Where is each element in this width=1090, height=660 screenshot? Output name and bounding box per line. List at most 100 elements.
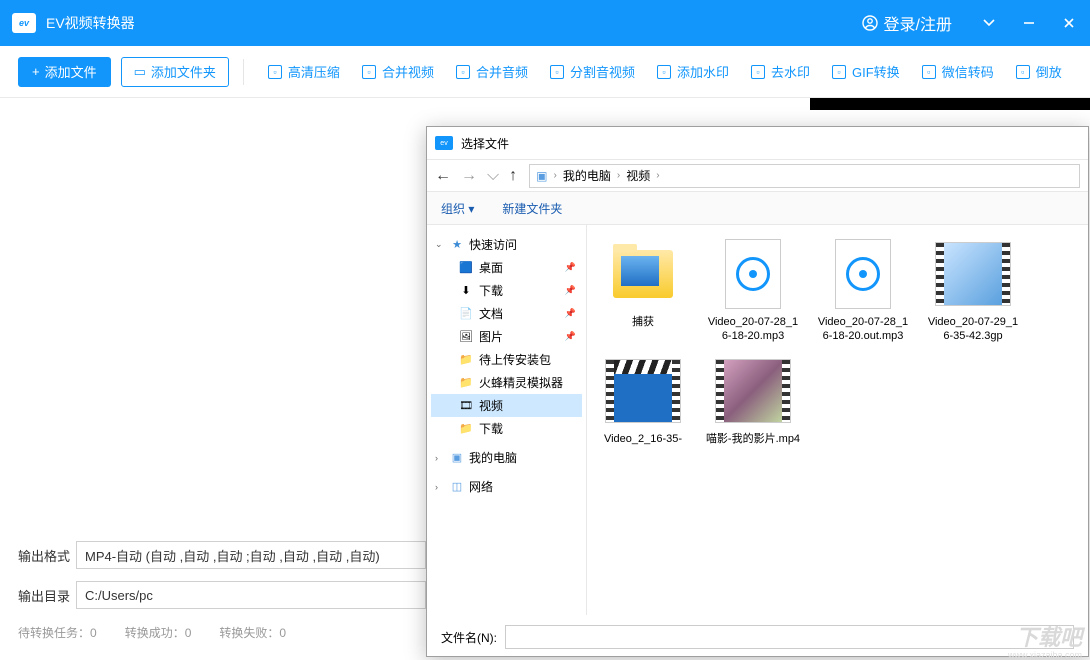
file-item[interactable]: Video_20-07-29_16-35-42.3gp bbox=[925, 237, 1021, 344]
tree-item[interactable]: 🖼 图片 📌 bbox=[431, 325, 582, 348]
folder-icon: 📄 bbox=[459, 308, 473, 320]
app-title: EV视频转换器 bbox=[46, 13, 854, 33]
pin-icon: 📌 bbox=[565, 331, 576, 342]
file-item[interactable]: Video_2_16-35- bbox=[595, 354, 691, 446]
tree-network-label: 网络 bbox=[469, 478, 493, 495]
tool-item-8[interactable]: ▫倒放 bbox=[1006, 57, 1072, 87]
file-grid: 捕获 Video_20-07-28_16-18-20.mp3 Video_20-07… bbox=[587, 225, 1088, 615]
tool-item-5[interactable]: ▫去水印 bbox=[741, 57, 820, 87]
tool-item-2[interactable]: ▫合并音频 bbox=[446, 57, 538, 87]
filename-input[interactable] bbox=[505, 625, 1074, 649]
dialog-footer: 文件名(N): bbox=[427, 615, 1088, 659]
tree-my-pc[interactable]: › ▣ 我的电脑 bbox=[431, 446, 582, 469]
tool-items: ▫高清压缩▫合并视频▫合并音频▫分割音视频▫添加水印▫去水印▫GIF转换▫微信转… bbox=[258, 57, 1072, 87]
tree-item[interactable]: 🟦桌面📌 bbox=[431, 256, 582, 279]
crumb-pc[interactable]: 我的电脑 bbox=[563, 167, 611, 184]
login-button[interactable]: 登录/注册 bbox=[854, 7, 960, 39]
tool-item-1[interactable]: ▫合并视频 bbox=[352, 57, 444, 87]
add-file-button[interactable]: + 添加文件 bbox=[18, 57, 111, 87]
main-toolbar: + 添加文件 ▭ 添加文件夹 ▫高清压缩▫合并视频▫合并音频▫分割音视频▫添加水… bbox=[0, 46, 1090, 98]
folder-icon: 🟦 bbox=[459, 262, 473, 274]
tree-item-label: 图片 bbox=[479, 328, 503, 345]
file-label: Video_20-07-28_16-18-20.out.mp3 bbox=[815, 315, 911, 344]
organize-button[interactable]: 组织 ▾ bbox=[441, 200, 474, 217]
close-button[interactable] bbox=[1060, 14, 1078, 32]
file-label: 捕获 bbox=[595, 315, 691, 329]
new-folder-button[interactable]: 新建文件夹 bbox=[502, 200, 562, 217]
folder-icon: 📁 bbox=[459, 423, 473, 435]
file-item[interactable]: Video_20-07-28_16-18-20.mp3 bbox=[705, 237, 801, 344]
breadcrumb[interactable]: ▣ › 我的电脑 › 视频 › bbox=[529, 164, 1080, 188]
tree-item-label: 文档 bbox=[479, 305, 503, 322]
expand-icon: ⌄ bbox=[435, 239, 445, 250]
dialog-nav: ← → ⌵ ↑ ▣ › 我的电脑 › 视频 › bbox=[427, 159, 1088, 191]
chevron-right-icon: › bbox=[617, 170, 620, 181]
tree-item[interactable]: 🎞 视频 bbox=[431, 394, 582, 417]
folder-icon: 🖼 bbox=[459, 331, 473, 343]
add-folder-button[interactable]: ▭ 添加文件夹 bbox=[121, 57, 229, 87]
video-icon bbox=[605, 359, 681, 423]
audio-icon bbox=[835, 239, 891, 309]
output-format-input[interactable] bbox=[76, 541, 426, 569]
pin-icon: 📌 bbox=[565, 308, 576, 319]
folder-icon: 📁 bbox=[459, 354, 473, 366]
tree-item-label: 视频 bbox=[479, 397, 503, 414]
forward-button[interactable]: → bbox=[461, 167, 477, 185]
tree-item-label: 下载 bbox=[479, 282, 503, 299]
crumb-video[interactable]: 视频 bbox=[626, 167, 650, 184]
back-button[interactable]: ← bbox=[435, 167, 451, 185]
tree-item-label: 桌面 bbox=[479, 259, 503, 276]
pin-icon: 📌 bbox=[565, 285, 576, 296]
dropdown-button[interactable] bbox=[980, 14, 998, 32]
folder-icon: 🎞 bbox=[459, 400, 473, 412]
folder-icon bbox=[613, 250, 673, 298]
tool-label: 高清压缩 bbox=[288, 62, 340, 81]
plus-icon: + bbox=[32, 64, 40, 79]
status-success: 转换成功：0 bbox=[125, 624, 192, 641]
up-button[interactable]: ↑ bbox=[509, 167, 517, 185]
audio-icon bbox=[725, 239, 781, 309]
tool-item-3[interactable]: ▫分割音视频 bbox=[540, 57, 645, 87]
file-item[interactable]: Video_20-07-28_16-18-20.out.mp3 bbox=[815, 237, 911, 344]
tool-item-6[interactable]: ▫GIF转换 bbox=[822, 57, 910, 87]
output-dir-input[interactable] bbox=[76, 581, 426, 609]
tree-item[interactable]: ⬇下载📌 bbox=[431, 279, 582, 302]
tool-label: 合并视频 bbox=[382, 62, 434, 81]
file-item[interactable]: 喵影-我的影片.mp4 bbox=[705, 354, 801, 446]
chevron-right-icon: › bbox=[656, 170, 659, 181]
file-dialog: ev 选择文件 ← → ⌵ ↑ ▣ › 我的电脑 › 视频 › 组织 ▾ 新建文… bbox=[426, 126, 1089, 657]
tool-label: 微信转码 bbox=[942, 62, 994, 81]
tool-icon: ▫ bbox=[1016, 65, 1030, 79]
tree-item-label: 下载 bbox=[479, 420, 503, 437]
status-pending: 待转换任务：0 bbox=[18, 624, 97, 641]
tree-quick-access[interactable]: ⌄ ★ 快速访问 bbox=[431, 233, 582, 256]
file-label: Video_2_16-35- bbox=[595, 432, 691, 446]
dialog-toolbar: 组织 ▾ 新建文件夹 bbox=[427, 191, 1088, 225]
file-label: Video_20-07-28_16-18-20.mp3 bbox=[705, 315, 801, 344]
tree-network[interactable]: › ◫ 网络 bbox=[431, 475, 582, 498]
file-item[interactable]: 捕获 bbox=[595, 237, 691, 344]
tool-label: 添加水印 bbox=[677, 62, 729, 81]
tree-item[interactable]: 📁待上传安装包 bbox=[431, 348, 582, 371]
recent-button[interactable]: ⌵ bbox=[487, 167, 499, 185]
tree-item[interactable]: 📁 下载 bbox=[431, 417, 582, 440]
minimize-button[interactable] bbox=[1020, 14, 1038, 32]
status-failed: 转换失败：0 bbox=[219, 624, 286, 641]
dialog-body: ⌄ ★ 快速访问 🟦桌面📌⬇下载📌📄文档📌🖼图片📌📁待上传安装包📁火蜂精灵模拟器… bbox=[427, 225, 1088, 615]
divider bbox=[243, 59, 244, 85]
tool-icon: ▫ bbox=[657, 65, 671, 79]
tool-icon: ▫ bbox=[268, 65, 282, 79]
tool-item-7[interactable]: ▫微信转码 bbox=[912, 57, 1004, 87]
star-icon: ★ bbox=[450, 239, 464, 251]
tree-item[interactable]: 📄 文档 📌 bbox=[431, 302, 582, 325]
tool-item-4[interactable]: ▫ 添加水印 bbox=[647, 57, 739, 87]
tool-item-0[interactable]: ▫ 高清压缩 bbox=[258, 57, 350, 87]
folder-tree: ⌄ ★ 快速访问 🟦桌面📌⬇下载📌📄文档📌🖼图片📌📁待上传安装包📁火蜂精灵模拟器… bbox=[427, 225, 587, 615]
folder-icon: ▭ bbox=[134, 64, 146, 80]
tool-label: 合并音频 bbox=[476, 62, 528, 81]
tool-label: 分割音视频 bbox=[570, 62, 635, 81]
title-bar: ev EV视频转换器 登录/注册 bbox=[0, 0, 1090, 46]
tree-item[interactable]: 📁火蜂精灵模拟器 bbox=[431, 371, 582, 394]
user-icon bbox=[862, 15, 878, 31]
file-label: Video_20-07-29_16-35-42.3gp bbox=[925, 315, 1021, 344]
